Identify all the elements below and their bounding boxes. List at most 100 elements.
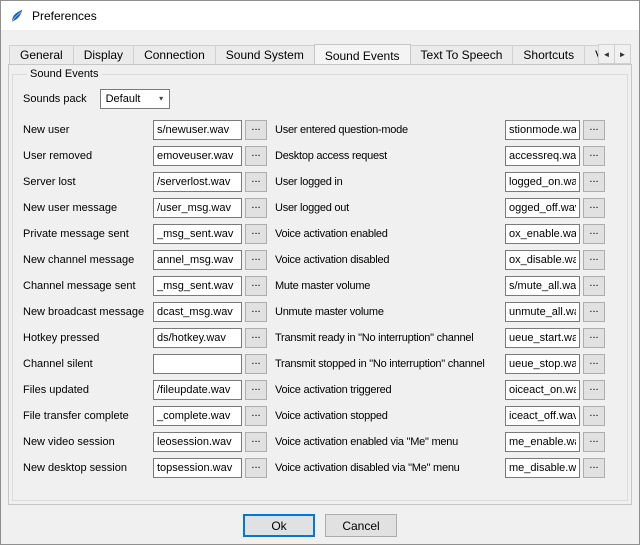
- browse-button[interactable]: ...: [583, 354, 605, 374]
- sound-file-input[interactable]: [505, 146, 580, 166]
- browse-button[interactable]: ...: [245, 276, 267, 296]
- sound-file-input[interactable]: [505, 302, 580, 322]
- sound-file-input[interactable]: [505, 224, 580, 244]
- sound-event-label: Transmit stopped in "No interruption" ch…: [275, 358, 505, 370]
- sound-file-input[interactable]: [153, 354, 242, 374]
- tab-connection[interactable]: Connection: [133, 45, 216, 64]
- sound-file-input[interactable]: [505, 406, 580, 426]
- browse-button[interactable]: ...: [583, 276, 605, 296]
- cancel-button[interactable]: Cancel: [325, 514, 397, 537]
- browse-button[interactable]: ...: [245, 250, 267, 270]
- sound-file-input[interactable]: [505, 458, 580, 478]
- sound-event-label: Hotkey pressed: [23, 332, 153, 344]
- browse-button[interactable]: ...: [583, 224, 605, 244]
- tab-sound-events[interactable]: Sound Events: [314, 44, 411, 64]
- tabs-strip: GeneralDisplayConnectionSound SystemSoun…: [9, 43, 631, 64]
- sound-event-row: New desktop session ...: [23, 458, 267, 478]
- sound-file-input[interactable]: [505, 250, 580, 270]
- sound-file-input[interactable]: [153, 276, 242, 296]
- sound-event-label: Channel silent: [23, 358, 153, 370]
- browse-button[interactable]: ...: [245, 328, 267, 348]
- browse-button[interactable]: ...: [245, 120, 267, 140]
- sound-event-label: New desktop session: [23, 462, 153, 474]
- sound-file-input[interactable]: [153, 224, 242, 244]
- sound-file-input[interactable]: [505, 432, 580, 452]
- browse-button[interactable]: ...: [583, 172, 605, 192]
- sound-event-row: New broadcast message ...: [23, 302, 267, 322]
- sound-event-label: Voice activation disabled via "Me" menu: [275, 462, 505, 474]
- tab-scroll-left-button[interactable]: ◄: [598, 44, 615, 64]
- tab-general[interactable]: General: [9, 45, 74, 64]
- browse-button[interactable]: ...: [245, 432, 267, 452]
- sound-file-input[interactable]: [153, 250, 242, 270]
- tab-sound-system[interactable]: Sound System: [215, 45, 315, 64]
- sound-file-input[interactable]: [505, 354, 580, 374]
- sound-file-input[interactable]: [505, 380, 580, 400]
- sound-event-row: Unmute master volume ...: [275, 302, 605, 322]
- sound-file-input[interactable]: [505, 198, 580, 218]
- sound-event-row: New user message ...: [23, 198, 267, 218]
- ok-button[interactable]: Ok: [243, 514, 315, 537]
- browse-button[interactable]: ...: [583, 458, 605, 478]
- sound-event-row: Channel silent ...: [23, 354, 267, 374]
- sound-event-label: Unmute master volume: [275, 306, 505, 318]
- sounds-pack-label: Sounds pack: [23, 93, 87, 105]
- sound-event-label: New video session: [23, 436, 153, 448]
- sound-file-input[interactable]: [153, 172, 242, 192]
- browse-button[interactable]: ...: [583, 432, 605, 452]
- sound-event-label: Channel message sent: [23, 280, 153, 292]
- sound-event-row: Voice activation stopped ...: [275, 406, 605, 426]
- sound-file-input[interactable]: [505, 328, 580, 348]
- browse-button[interactable]: ...: [245, 380, 267, 400]
- browse-button[interactable]: ...: [245, 458, 267, 478]
- sound-file-input[interactable]: [505, 120, 580, 140]
- sound-event-row: Private message sent ...: [23, 224, 267, 244]
- browse-button[interactable]: ...: [245, 354, 267, 374]
- browse-button[interactable]: ...: [245, 198, 267, 218]
- browse-button[interactable]: ...: [583, 406, 605, 426]
- sound-event-row: User logged in ...: [275, 172, 605, 192]
- sound-event-label: Voice activation enabled: [275, 228, 505, 240]
- sound-file-input[interactable]: [153, 302, 242, 322]
- sound-file-input[interactable]: [153, 458, 242, 478]
- sound-file-input[interactable]: [153, 120, 242, 140]
- browse-button[interactable]: ...: [583, 250, 605, 270]
- sound-file-input[interactable]: [153, 432, 242, 452]
- tab-text-to-speech[interactable]: Text To Speech: [410, 45, 514, 64]
- browse-button[interactable]: ...: [245, 172, 267, 192]
- app-icon: [9, 8, 25, 24]
- sound-file-input[interactable]: [153, 198, 242, 218]
- browse-button[interactable]: ...: [583, 120, 605, 140]
- sound-file-input[interactable]: [505, 172, 580, 192]
- sound-file-input[interactable]: [505, 276, 580, 296]
- browse-button[interactable]: ...: [583, 380, 605, 400]
- sound-file-input[interactable]: [153, 146, 242, 166]
- sound-event-row: New video session ...: [23, 432, 267, 452]
- sound-file-input[interactable]: [153, 380, 242, 400]
- sound-event-row: Voice activation triggered ...: [275, 380, 605, 400]
- sound-events-column-left: New user ... User removed ... Server los…: [23, 120, 267, 484]
- browse-button[interactable]: ...: [245, 302, 267, 322]
- browse-button[interactable]: ...: [245, 146, 267, 166]
- browse-button[interactable]: ...: [245, 406, 267, 426]
- window-title: Preferences: [32, 9, 97, 23]
- browse-button[interactable]: ...: [583, 198, 605, 218]
- sounds-pack-select[interactable]: Default ▾: [100, 89, 170, 109]
- sound-file-input[interactable]: [153, 328, 242, 348]
- browse-button[interactable]: ...: [245, 224, 267, 244]
- tab-scroll-control: ◄ ►: [598, 44, 631, 64]
- sound-event-label: Server lost: [23, 176, 153, 188]
- browse-button[interactable]: ...: [583, 302, 605, 322]
- tab-display[interactable]: Display: [73, 45, 134, 64]
- sounds-pack-row: Sounds pack Default ▾: [23, 89, 617, 109]
- sound-event-row: User logged out ...: [275, 198, 605, 218]
- sound-event-label: New channel message: [23, 254, 153, 266]
- browse-button[interactable]: ...: [583, 328, 605, 348]
- groupbox-title: Sound Events: [27, 68, 102, 80]
- title-bar: Preferences: [1, 1, 639, 30]
- tab-scroll-right-button[interactable]: ►: [614, 44, 631, 64]
- sound-file-input[interactable]: [153, 406, 242, 426]
- browse-button[interactable]: ...: [583, 146, 605, 166]
- tab-shortcuts[interactable]: Shortcuts: [512, 45, 585, 64]
- sound-event-label: Files updated: [23, 384, 153, 396]
